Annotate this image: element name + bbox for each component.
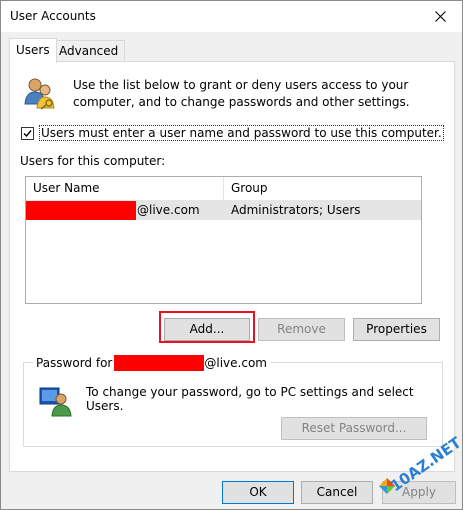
group-cell: Administrators; Users [231,203,361,217]
intro-text: Use the list below to grant or deny user… [73,78,410,109]
password-group: Password for @live.com To change your pa… [23,355,443,447]
user-name-cell: @live.com [137,203,200,217]
require-password-checkbox[interactable] [21,127,34,140]
tab-users[interactable]: Users [9,38,57,63]
password-info-text: To change your password, go to PC settin… [86,385,414,413]
user-accounts-window: User Accounts Users Advanced Use the lis… [0,0,463,510]
column-header-user-name[interactable]: User Name [26,177,224,200]
redacted-account [114,355,205,371]
tab-advanced[interactable]: Advanced [52,40,126,61]
apply-button[interactable]: Apply [382,481,456,504]
check-icon [23,130,32,138]
reset-password-button[interactable]: Reset Password... [281,417,427,440]
password-legend-prefix: Password for [36,356,113,370]
cancel-button[interactable]: Cancel [301,481,373,504]
close-button[interactable] [418,1,462,32]
require-password-label[interactable]: Users must enter a user name and passwor… [39,125,444,141]
table-row[interactable]: @live.com Administrators; Users [26,201,421,220]
users-list[interactable]: User Name Group @live.com Administrators… [25,176,422,304]
ok-button[interactable]: OK [222,481,294,504]
properties-button[interactable]: Properties [353,318,440,341]
add-button[interactable]: Add... [164,318,250,341]
users-list-label: Users for this computer: [20,154,166,168]
close-icon [434,11,446,22]
user-key-icon [39,387,72,417]
users-tab-panel: Use the list below to grant or deny user… [9,61,455,472]
users-icon [24,78,55,110]
password-group-legend: Password for @live.com [33,355,270,371]
redacted-username [26,201,136,220]
column-header-group[interactable]: Group [224,177,421,200]
window-title: User Accounts [10,9,96,23]
password-legend-suffix: @live.com [204,356,267,370]
remove-button[interactable]: Remove [258,318,345,341]
title-bar: User Accounts [1,1,462,32]
